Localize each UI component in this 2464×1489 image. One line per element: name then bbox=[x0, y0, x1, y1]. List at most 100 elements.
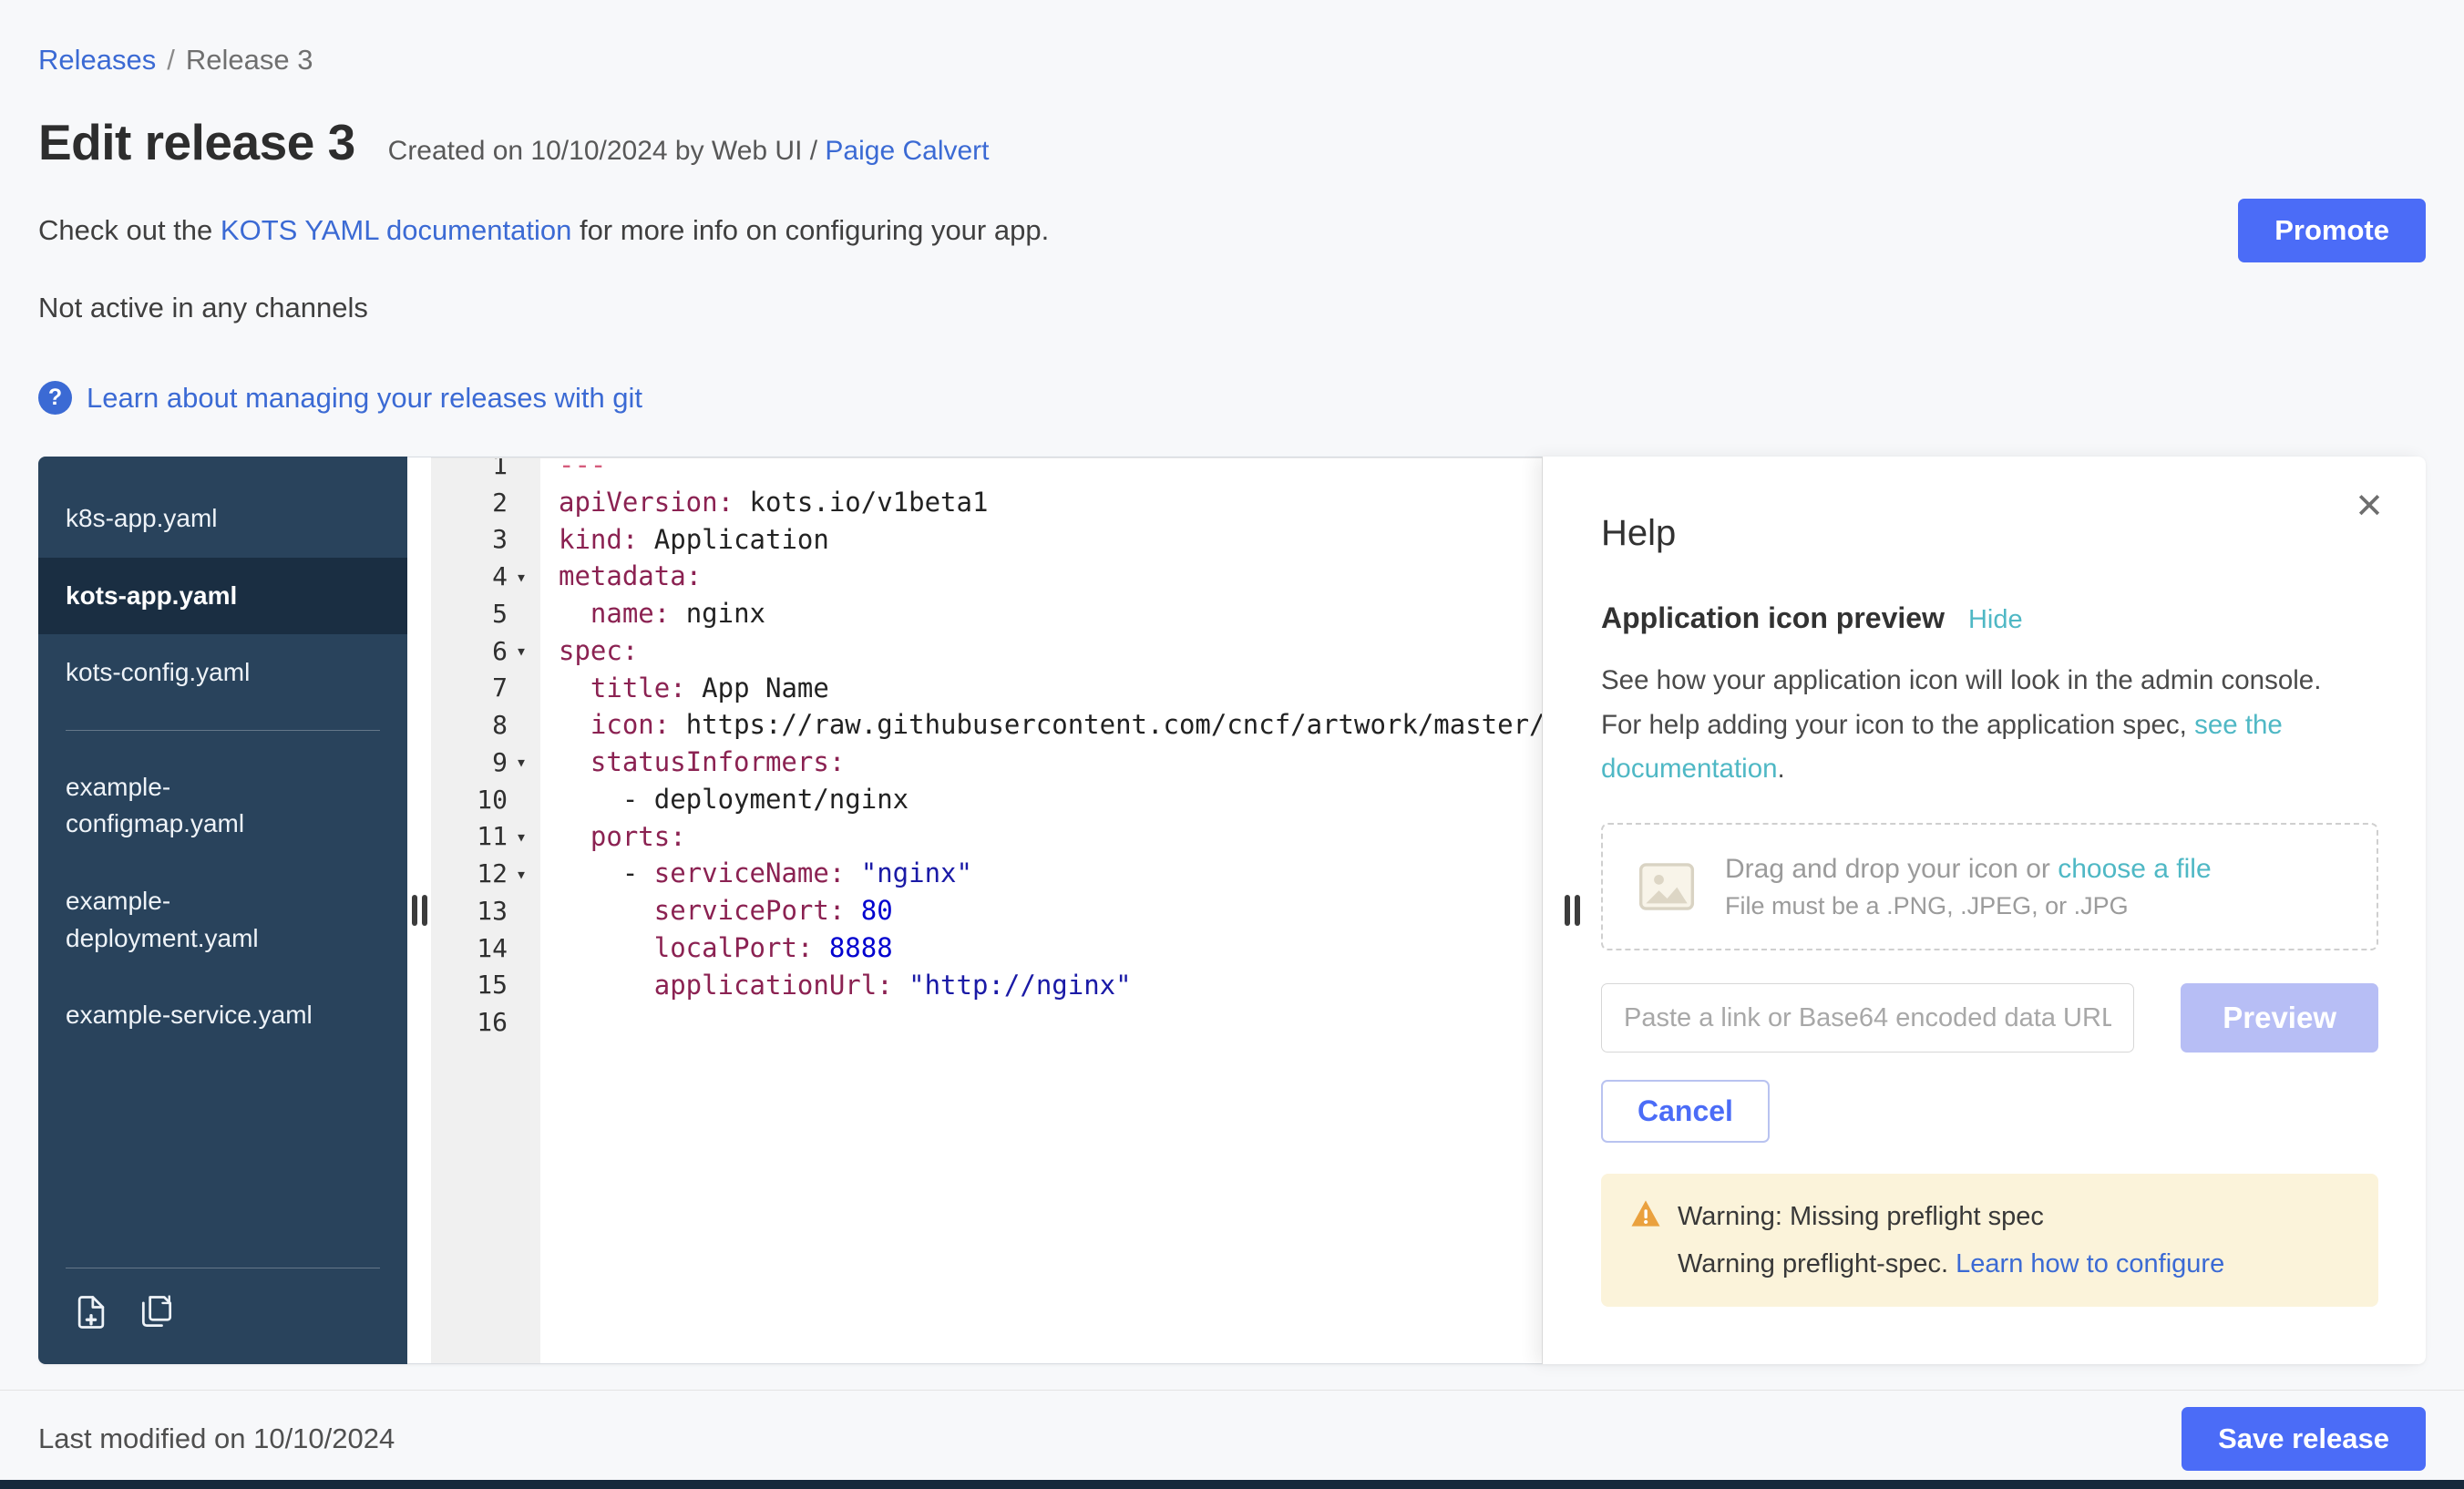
author-link[interactable]: Paige Calvert bbox=[825, 136, 989, 166]
fold-arrow-icon[interactable]: ▾ bbox=[508, 566, 535, 588]
gutter-line: 11▾ bbox=[431, 818, 540, 856]
dropzone-line2: File must be a .PNG, .JPEG, or .JPG bbox=[1725, 892, 2212, 920]
dropzone-line1: Drag and drop your icon or choose a file bbox=[1725, 854, 2212, 885]
icon-preview-heading: Application icon preview bbox=[1601, 601, 1945, 635]
warning-row-1: Warning: Missing preflight spec bbox=[1630, 1199, 2349, 1235]
line-number: 7 bbox=[458, 673, 508, 703]
release-workspace: k8s-app.yamlkots-app.yamlkots-config.yam… bbox=[38, 457, 2426, 1364]
fold-arrow-icon[interactable]: ▾ bbox=[508, 826, 535, 847]
fold-arrow-icon[interactable]: ▾ bbox=[508, 863, 535, 885]
line-number: 4 bbox=[458, 561, 508, 591]
sidebar-file-item[interactable]: kots-config.yaml bbox=[38, 634, 407, 712]
cancel-button[interactable]: Cancel bbox=[1601, 1080, 1770, 1143]
page-title: Edit release 3 bbox=[38, 113, 355, 171]
line-number: 9 bbox=[458, 747, 508, 777]
created-info: Created on 10/10/2024 by Web UI / Paige … bbox=[388, 136, 990, 167]
code-line: name: nginx bbox=[559, 595, 1542, 632]
page-header: Releases/Release 3 Edit release 3 Create… bbox=[38, 44, 2426, 415]
gutter-line: 4▾ bbox=[431, 558, 540, 595]
configure-preflight-link[interactable]: Learn how to configure bbox=[1956, 1249, 2224, 1278]
choose-file-link[interactable]: choose a file bbox=[2058, 854, 2211, 884]
sidebar-file-item[interactable]: example-service.yaml bbox=[38, 977, 407, 1054]
code-line: ports: bbox=[559, 818, 1542, 856]
icon-preview-section: Application icon preview Hide bbox=[1601, 601, 2378, 635]
hide-link[interactable]: Hide bbox=[1968, 605, 2023, 635]
git-help-link[interactable]: Learn about managing your releases with … bbox=[87, 382, 642, 415]
new-file-icon[interactable] bbox=[137, 1292, 177, 1337]
code-line: servicePort: 80 bbox=[559, 892, 1542, 929]
editor-gutter: 1234▾56▾789▾1011▾12▾13141516 bbox=[431, 458, 540, 1363]
icon-dropzone[interactable]: Drag and drop your icon or choose a file… bbox=[1601, 823, 2378, 950]
line-number: 12 bbox=[458, 858, 508, 888]
fold-arrow-icon[interactable]: ▾ bbox=[508, 751, 535, 773]
preflight-warning: Warning: Missing preflight spec Warning … bbox=[1601, 1174, 2378, 1307]
line-number: 16 bbox=[458, 1007, 508, 1037]
editor-code[interactable]: ---apiVersion: kots.io/v1beta1kind: Appl… bbox=[540, 458, 1542, 1363]
sidebar-file-item[interactable]: example-deployment.yaml bbox=[38, 863, 407, 977]
gutter-line: 16 bbox=[431, 1003, 540, 1041]
sidebar-actions bbox=[38, 1292, 407, 1337]
save-release-button[interactable]: Save release bbox=[2182, 1407, 2426, 1471]
grip-bar bbox=[1565, 895, 1570, 926]
warning-row-2: Warning preflight-spec. Learn how to con… bbox=[1630, 1249, 2349, 1279]
code-line: --- bbox=[559, 458, 1542, 484]
gutter-line: 15 bbox=[431, 967, 540, 1004]
sidebar-file-item[interactable]: k8s-app.yaml bbox=[38, 480, 407, 558]
last-modified: Last modified on 10/10/2024 bbox=[38, 1422, 395, 1455]
fold-arrow-icon[interactable]: ▾ bbox=[508, 640, 535, 662]
code-line: apiVersion: kots.io/v1beta1 bbox=[559, 484, 1542, 521]
line-number: 1 bbox=[458, 458, 508, 480]
gutter-line: 3 bbox=[431, 521, 540, 559]
code-line: spec: bbox=[559, 632, 1542, 670]
gutter-line: 7 bbox=[431, 670, 540, 707]
gutter-line: 1 bbox=[431, 458, 540, 484]
code-line: metadata: bbox=[559, 558, 1542, 595]
warning-icon bbox=[1630, 1199, 1661, 1235]
gutter-line: 2 bbox=[431, 484, 540, 521]
breadcrumb-releases-link[interactable]: Releases bbox=[38, 44, 156, 76]
gutter-line: 9▾ bbox=[431, 744, 540, 781]
close-icon[interactable]: ✕ bbox=[2355, 489, 2384, 524]
file-sidebar: k8s-app.yamlkots-app.yamlkots-config.yam… bbox=[38, 457, 407, 1364]
code-line: icon: https://raw.githubusercontent.com/… bbox=[559, 706, 1542, 744]
code-line: - serviceName: "nginx" bbox=[559, 855, 1542, 892]
help-resize-handle[interactable] bbox=[1565, 895, 1580, 926]
upload-file-icon[interactable] bbox=[71, 1292, 111, 1337]
breadcrumb: Releases/Release 3 bbox=[38, 44, 2426, 77]
help-description: See how your application icon will look … bbox=[1601, 659, 2330, 792]
help-description-suffix: . bbox=[1778, 754, 1785, 784]
line-number: 13 bbox=[458, 896, 508, 926]
gutter-line: 12▾ bbox=[431, 855, 540, 892]
title-row: Edit release 3 Created on 10/10/2024 by … bbox=[38, 113, 2426, 171]
help-panel: ✕ Help Application icon preview Hide See… bbox=[1542, 457, 2426, 1364]
sidebar-file-item[interactable]: example-configmap.yaml bbox=[38, 749, 407, 863]
doc-text-prefix: Check out the bbox=[38, 214, 212, 246]
file-list-examples: example-configmap.yamlexample-deployment… bbox=[38, 749, 407, 1054]
preview-button[interactable]: Preview bbox=[2181, 983, 2378, 1053]
doc-row: Check out the KOTS YAML documentation fo… bbox=[38, 199, 2426, 262]
line-number: 2 bbox=[458, 488, 508, 518]
gutter-line: 14 bbox=[431, 929, 540, 967]
dropzone-text: Drag and drop your icon or choose a file… bbox=[1725, 854, 2212, 920]
image-icon bbox=[1636, 857, 1698, 916]
page-footer: Last modified on 10/10/2024 Save release bbox=[0, 1390, 2464, 1489]
sidebar-file-item[interactable]: kots-app.yaml bbox=[38, 558, 407, 635]
line-number: 6 bbox=[458, 636, 508, 666]
code-line: - deployment/nginx bbox=[559, 781, 1542, 818]
help-title: Help bbox=[1601, 513, 2378, 554]
grip-bar bbox=[422, 895, 427, 926]
promote-button[interactable]: Promote bbox=[2238, 199, 2426, 262]
breadcrumb-separator: / bbox=[167, 44, 175, 76]
gutter-line: 8 bbox=[431, 706, 540, 744]
dropzone-line1-text: Drag and drop your icon or bbox=[1725, 854, 2050, 884]
yaml-editor[interactable]: 1234▾56▾789▾1011▾12▾13141516 ---apiVersi… bbox=[431, 457, 1542, 1363]
sidebar-resize-handle[interactable] bbox=[407, 457, 431, 1363]
kots-docs-link[interactable]: KOTS YAML documentation bbox=[221, 214, 571, 246]
sidebar-divider bbox=[66, 730, 380, 731]
code-line: applicationUrl: "http://nginx" bbox=[559, 967, 1542, 1004]
icon-url-input[interactable] bbox=[1601, 983, 2134, 1053]
edit-release-page: Releases/Release 3 Edit release 3 Create… bbox=[0, 0, 2464, 1489]
warning-text: Warning preflight-spec. bbox=[1678, 1249, 1948, 1278]
gutter-line: 5 bbox=[431, 595, 540, 632]
file-list-primary: k8s-app.yamlkots-app.yamlkots-config.yam… bbox=[38, 480, 407, 712]
